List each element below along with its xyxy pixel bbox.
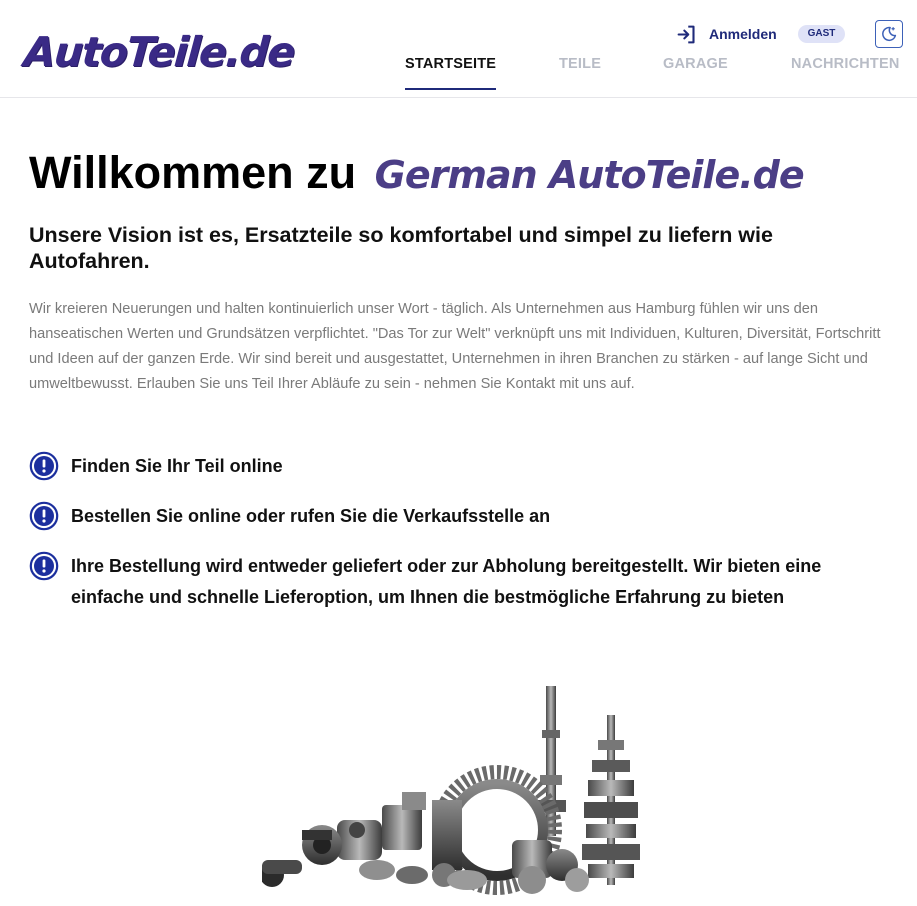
page-title: Willkommen zu German AutoTeile.de bbox=[29, 145, 805, 203]
tab-nachrichten[interactable]: NACHRICHTEN bbox=[791, 56, 900, 90]
car-parts-gears-image bbox=[262, 686, 640, 895]
guest-badge: GAST bbox=[798, 25, 845, 43]
feature-item: Ihre Bestellung wird entweder geliefert … bbox=[29, 551, 881, 613]
vision-heading: Unsere Vision ist es, Ersatzteile so kom… bbox=[29, 223, 773, 273]
login-label: Anmelden bbox=[709, 26, 777, 42]
feature-text: Bestellen Sie online oder rufen Sie die … bbox=[71, 506, 551, 526]
feature-text: Ihre Bestellung wird entweder geliefert … bbox=[71, 556, 822, 607]
site-logo[interactable]: AutoTeile.de bbox=[22, 28, 295, 76]
theme-toggle-button[interactable] bbox=[875, 20, 903, 48]
login-link[interactable]: Anmelden bbox=[676, 22, 777, 46]
feature-item: Finden Sie Ihr Teil online bbox=[29, 451, 881, 482]
site-header: AutoTeile.de Anmelden GAST STARTSEITE TE… bbox=[0, 0, 917, 98]
tab-startseite[interactable]: STARTSEITE bbox=[405, 56, 497, 90]
exclamation-circle-icon bbox=[29, 451, 59, 481]
page-title-brand: German AutoTeile.de bbox=[374, 153, 805, 197]
moon-icon bbox=[882, 26, 897, 42]
page-title-prefix: Willkommen zu bbox=[29, 147, 357, 198]
exclamation-circle-icon bbox=[29, 551, 59, 581]
tab-teile[interactable]: TEILE bbox=[559, 56, 601, 90]
intro-paragraph: Wir kreieren Neuerungen und halten konti… bbox=[29, 301, 881, 392]
tab-garage[interactable]: GARAGE bbox=[663, 56, 728, 90]
feature-item: Bestellen Sie online oder rufen Sie die … bbox=[29, 501, 881, 532]
login-icon bbox=[677, 25, 695, 43]
exclamation-circle-icon bbox=[29, 501, 59, 531]
feature-text: Finden Sie Ihr Teil online bbox=[71, 456, 283, 476]
